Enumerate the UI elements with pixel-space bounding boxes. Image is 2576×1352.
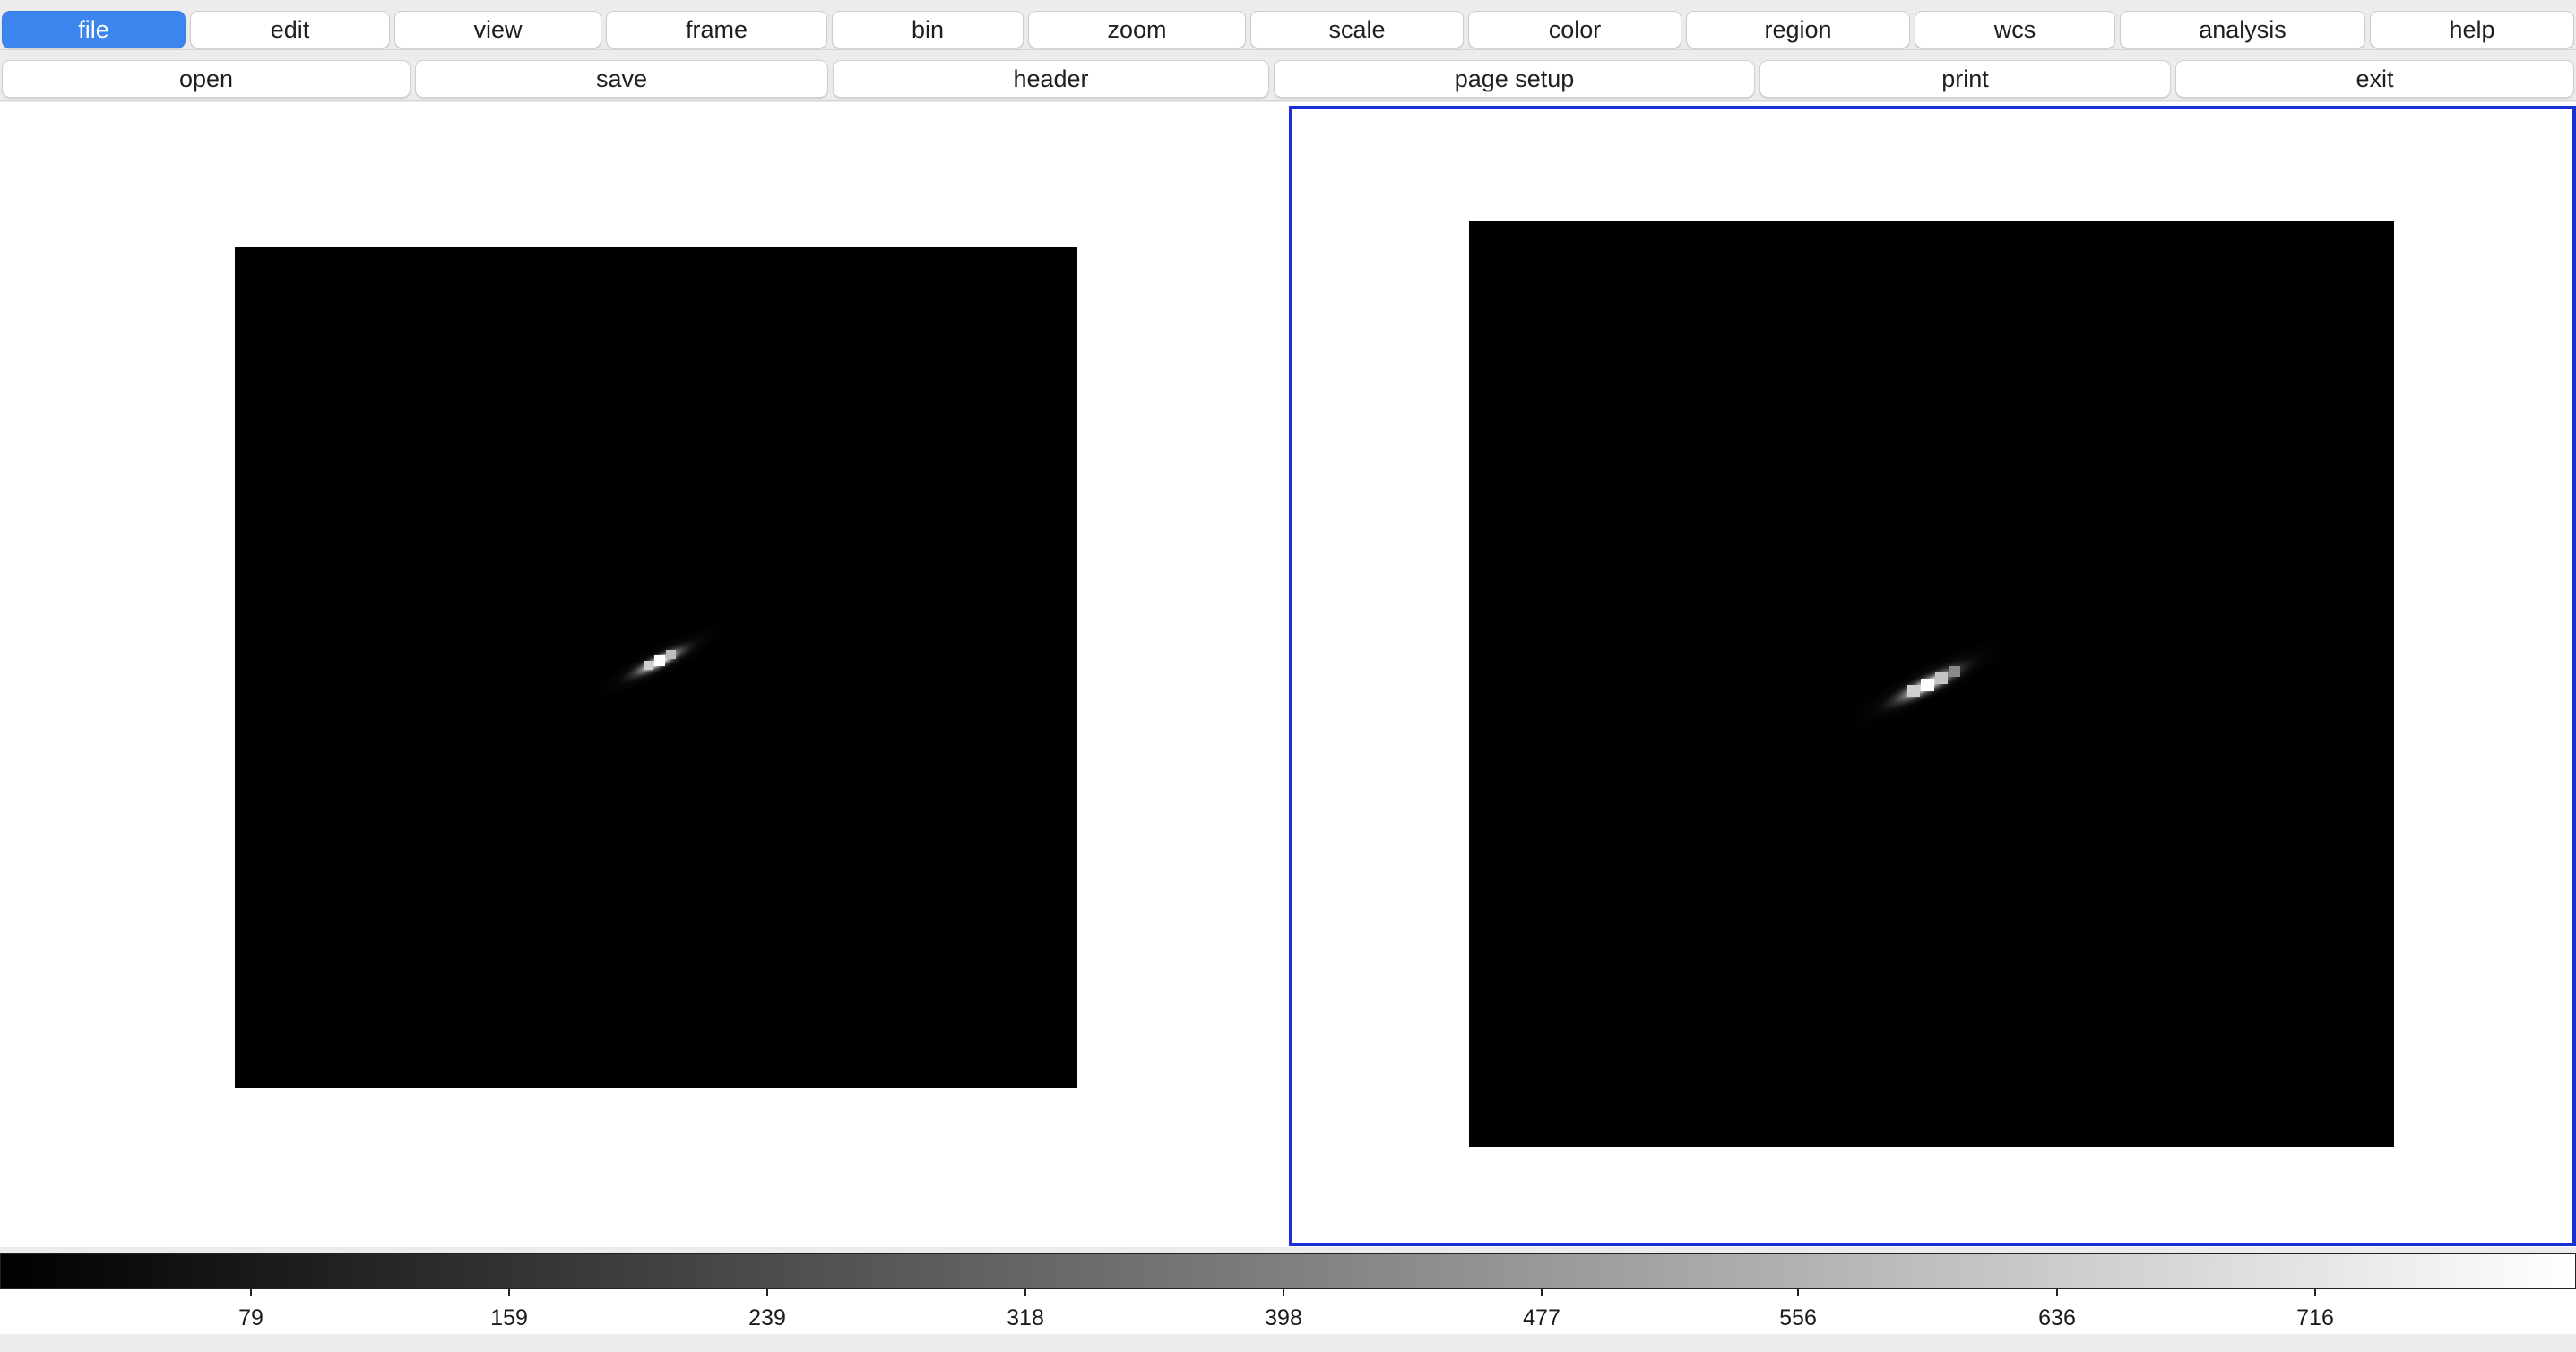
frame-2-image[interactable] xyxy=(1469,221,2394,1147)
frame-1-image[interactable] xyxy=(235,247,1077,1088)
menu-zoom-button[interactable]: zoom xyxy=(1028,11,1246,48)
colorbar-tick xyxy=(766,1289,768,1296)
colorbar-tick-label: 318 xyxy=(1007,1305,1044,1330)
menu-scale-button[interactable]: scale xyxy=(1250,11,1464,48)
menu-help-button[interactable]: help xyxy=(2370,11,2574,48)
colorbar-tick xyxy=(2314,1289,2316,1296)
menu-bin-button[interactable]: bin xyxy=(832,11,1024,48)
menu-analysis-button[interactable]: analysis xyxy=(2120,11,2365,48)
exit-button[interactable]: exit xyxy=(2175,60,2574,98)
frame-1-source xyxy=(583,619,738,703)
bottom-strip xyxy=(0,1334,2576,1352)
colorbar-tick-label: 79 xyxy=(238,1305,264,1330)
colorbar-tick-label: 556 xyxy=(1779,1305,1817,1330)
colorbar-tick xyxy=(1797,1289,1799,1296)
colorbar[interactable] xyxy=(0,1253,2576,1289)
menu-view-button[interactable]: view xyxy=(394,11,601,48)
colorbar-tick-label: 398 xyxy=(1265,1305,1302,1330)
frame-1-panel[interactable] xyxy=(0,102,1287,1247)
colorbar-tick xyxy=(1024,1289,1026,1296)
colorbar-tick-label: 239 xyxy=(748,1305,786,1330)
colorbar-tick xyxy=(1283,1289,1284,1296)
print-button[interactable]: print xyxy=(1759,60,2171,98)
colorbar-tick-label: 716 xyxy=(2296,1305,2334,1330)
main-menubar: file edit view frame bin zoom scale colo… xyxy=(0,0,2576,50)
colorbar-tick xyxy=(250,1289,252,1296)
menu-file-button[interactable]: file xyxy=(2,11,186,48)
menu-wcs-button[interactable]: wcs xyxy=(1915,11,2115,48)
frame-2-source xyxy=(1836,632,2022,734)
colorbar-axis: 79 159 239 318 398 477 556 636 716 xyxy=(0,1289,2576,1334)
colorbar-tick-label: 477 xyxy=(1523,1305,1560,1330)
colorbar-tick xyxy=(508,1289,510,1296)
open-button[interactable]: open xyxy=(2,60,411,98)
menu-color-button[interactable]: color xyxy=(1468,11,1681,48)
colorbar-tick-label: 636 xyxy=(2038,1305,2076,1330)
page-setup-button[interactable]: page setup xyxy=(1274,60,1755,98)
save-button[interactable]: save xyxy=(415,60,828,98)
image-display-area[interactable] xyxy=(0,102,2576,1247)
header-button[interactable]: header xyxy=(833,60,1269,98)
menu-frame-button[interactable]: frame xyxy=(606,11,827,48)
colorbar-tick xyxy=(2056,1289,2058,1296)
file-buttonbar: open save header page setup print exit xyxy=(0,50,2576,101)
menu-edit-button[interactable]: edit xyxy=(190,11,390,48)
menu-region-button[interactable]: region xyxy=(1686,11,1910,48)
frame-2-panel-current[interactable] xyxy=(1289,106,2576,1246)
colorbar-tick xyxy=(1541,1289,1543,1296)
colorbar-tick-label: 159 xyxy=(490,1305,528,1330)
